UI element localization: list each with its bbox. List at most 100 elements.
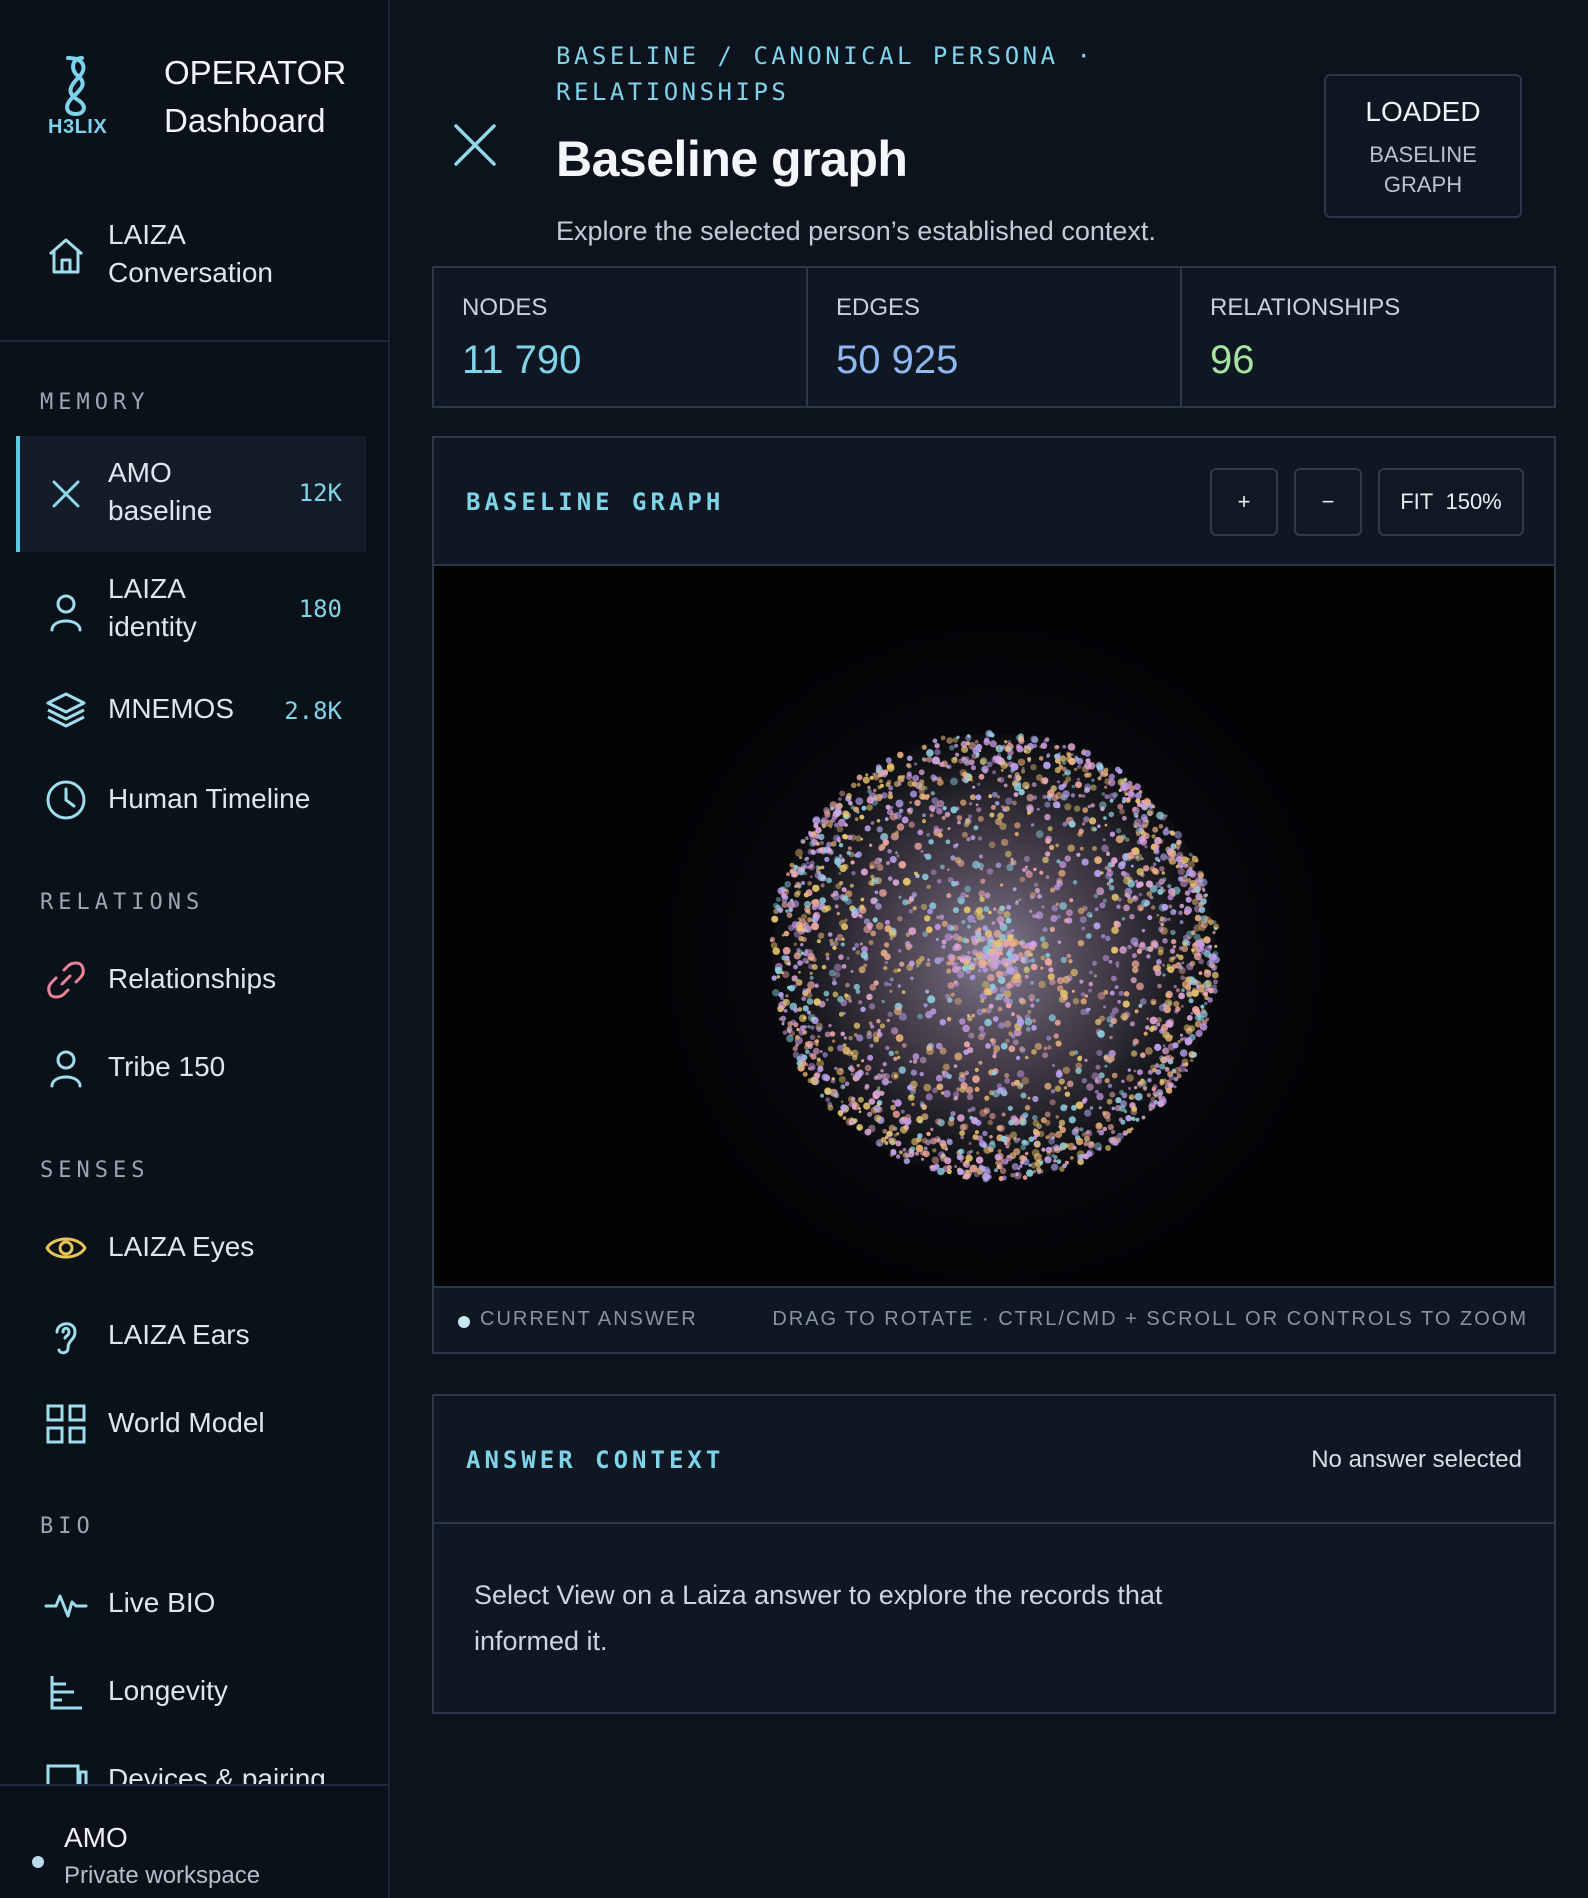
graph-node: [1078, 794, 1082, 798]
graph-node: [809, 975, 814, 980]
user-profile[interactable]: AMO Private workspace: [0, 1784, 388, 1898]
baseline-graph-visualization[interactable]: [434, 566, 1554, 1286]
graph-node: [895, 1154, 901, 1159]
graph-node: [1097, 824, 1101, 828]
graph-node: [815, 841, 820, 846]
sidebar-item-laiza-conversation[interactable]: LAIZA Conversation: [16, 210, 366, 310]
graph-node: [1044, 801, 1051, 808]
graph-node: [1142, 1085, 1148, 1090]
graph-node: [1096, 763, 1104, 771]
graph-node: [1121, 783, 1130, 791]
graph-node: [840, 1100, 844, 1104]
graph-node: [977, 1033, 985, 1041]
graph-node: [838, 1076, 846, 1083]
graph-node: [798, 970, 801, 974]
graph-node: [1180, 1037, 1184, 1041]
sidebar-item-laiza-eyes[interactable]: LAIZA Eyes: [16, 1218, 366, 1278]
graph-node: [879, 889, 887, 897]
graph-node: [1074, 767, 1078, 771]
sidebar-item-live-bio[interactable]: Live BIO: [16, 1574, 366, 1634]
graph-node: [1109, 1012, 1116, 1018]
graph-node: [893, 1056, 898, 1061]
graph-node: [889, 856, 897, 863]
graph-node: [1099, 801, 1107, 809]
graph-node: [836, 825, 844, 833]
graph-node: [1186, 991, 1193, 998]
sidebar-item-amo-baseline[interactable]: AMO baseline 12K: [16, 436, 366, 552]
graph-node: [844, 993, 849, 998]
sidebar-item-tribe-150[interactable]: Tribe 150: [16, 1038, 366, 1098]
sidebar-item-mnemos[interactable]: MNEMOS 2.8K: [16, 680, 366, 740]
sidebar-item-relationships[interactable]: Relationships: [16, 950, 366, 1010]
graph-node: [802, 1071, 808, 1077]
graph-node: [925, 961, 931, 967]
zoom-in-button[interactable]: +: [1210, 468, 1278, 536]
sidebar-item-human-timeline[interactable]: Human Timeline: [16, 770, 366, 830]
graph-node: [1067, 743, 1076, 751]
graph-node: [1019, 1117, 1024, 1121]
stat-relationships: RELATIONSHIPS 96: [1182, 268, 1554, 406]
graph-node: [815, 848, 821, 854]
graph-node: [813, 911, 821, 919]
graph-node: [1104, 1056, 1111, 1063]
sidebar-item-world-model[interactable]: World Model: [16, 1394, 366, 1454]
graph-node: [826, 847, 832, 853]
graph-node: [1012, 1039, 1019, 1046]
graph-node: [1178, 992, 1185, 1000]
graph-node: [863, 918, 870, 925]
graph-node: [821, 1073, 829, 1081]
graph-node: [992, 1070, 997, 1076]
sidebar-item-laiza-ears[interactable]: LAIZA Ears: [16, 1306, 366, 1366]
graph-node: [906, 808, 911, 813]
graph-node: [974, 1086, 980, 1092]
graph-node: [1149, 1100, 1157, 1108]
graph-node: [930, 1127, 934, 1131]
sidebar-item-devices-pairing[interactable]: Devices & pairing: [16, 1750, 366, 1784]
graph-node: [958, 758, 964, 764]
graph-node: [877, 1086, 881, 1090]
sidebar-item-count: 12K: [298, 479, 342, 507]
graph-node: [965, 1086, 974, 1094]
graph-node: [1181, 1063, 1185, 1067]
graph-node: [922, 873, 929, 881]
graph-node: [1080, 998, 1087, 1005]
graph-node: [858, 966, 866, 974]
graph-node: [1102, 954, 1110, 962]
graph-node: [815, 1043, 819, 1047]
graph-node: [1156, 959, 1162, 965]
brand[interactable]: H3LIX OPERATOR Dashboard: [46, 54, 366, 144]
graph-node: [798, 1053, 805, 1060]
graph-node: [1171, 964, 1177, 970]
graph-node: [946, 868, 950, 872]
zoom-out-button[interactable]: −: [1294, 468, 1362, 536]
graph-node: [1096, 1122, 1103, 1128]
graph-node: [904, 1151, 911, 1158]
graph-node: [956, 815, 963, 821]
graph-node: [995, 939, 1003, 948]
graph-node: [1055, 1070, 1063, 1078]
graph-node: [949, 745, 955, 751]
graph-node: [1056, 1159, 1062, 1164]
graph-node: [982, 953, 990, 960]
graph-node: [1027, 1096, 1031, 1100]
graph-node: [1091, 778, 1095, 782]
graph-node: [1117, 803, 1124, 810]
graph-canvas[interactable]: [434, 566, 1554, 1286]
close-icon[interactable]: [452, 122, 498, 168]
graph-node: [890, 1149, 897, 1156]
graph-node: [997, 1149, 1002, 1154]
sidebar-item-longevity[interactable]: Longevity: [16, 1662, 366, 1722]
graph-node: [1032, 1169, 1037, 1174]
graph-node: [1081, 794, 1086, 798]
graph-node: [794, 884, 798, 888]
sidebar-item-label: LAIZA: [108, 573, 186, 604]
fit-zoom-button[interactable]: FIT 150%: [1378, 468, 1524, 536]
graph-node: [842, 833, 848, 840]
graph-node: [1178, 946, 1183, 951]
sidebar-item-laiza-identity[interactable]: LAIZA identity 180: [16, 560, 366, 664]
graph-node: [803, 857, 808, 862]
graph-node: [811, 964, 818, 970]
graph-node: [897, 949, 902, 953]
graph-node: [907, 780, 915, 787]
graph-node: [781, 971, 785, 975]
